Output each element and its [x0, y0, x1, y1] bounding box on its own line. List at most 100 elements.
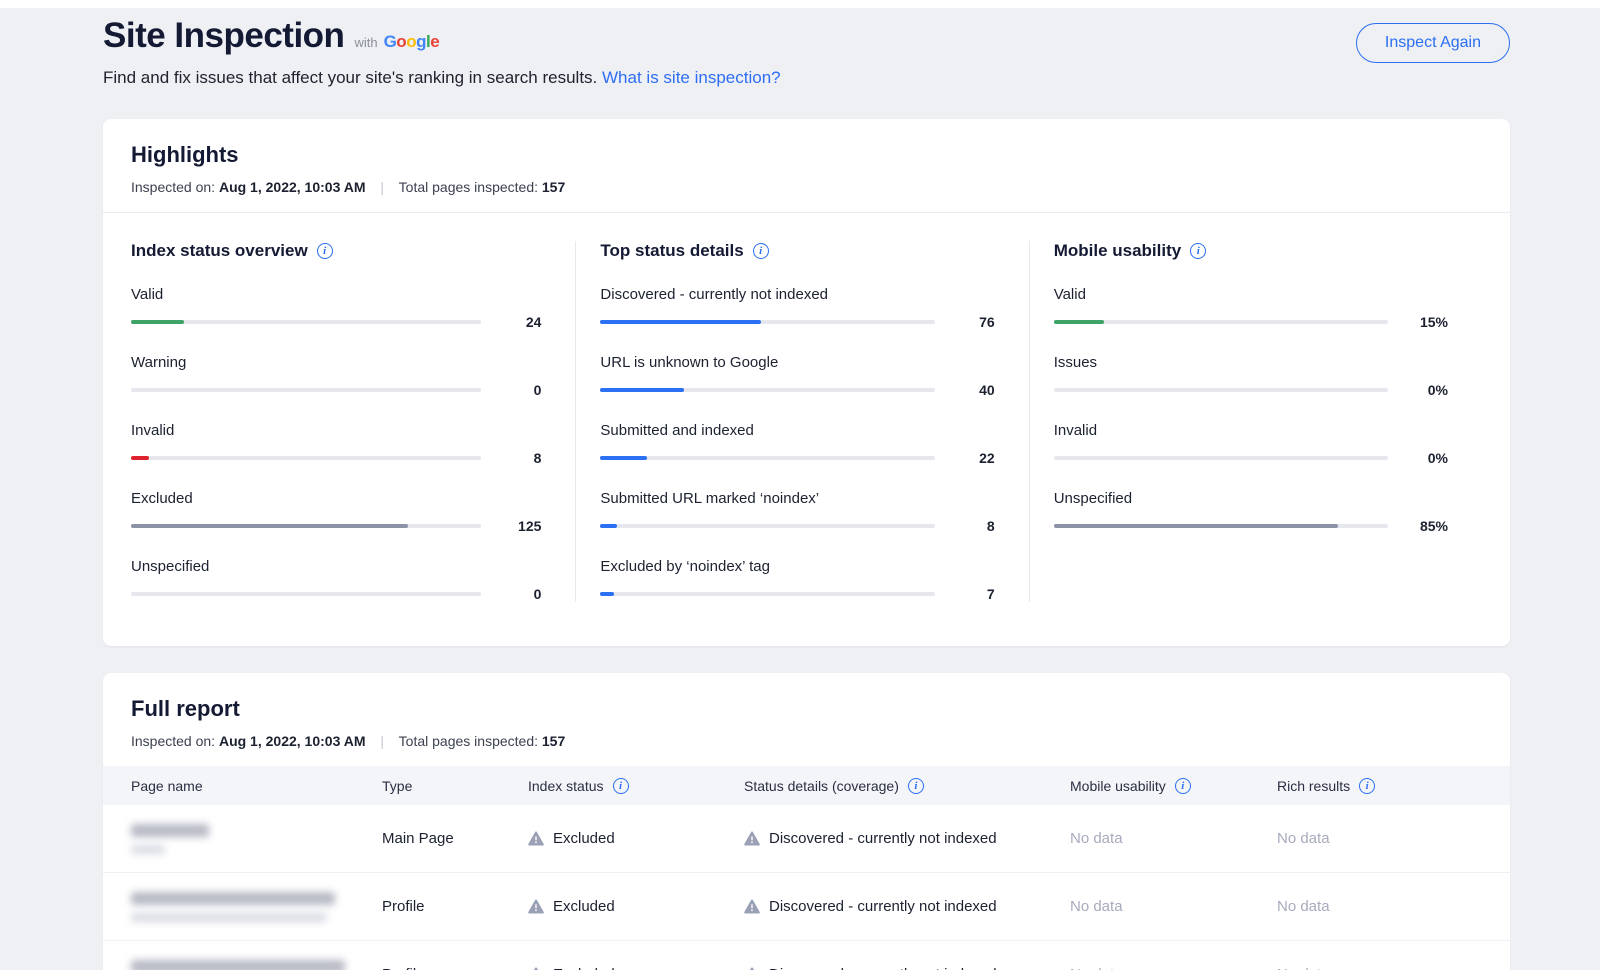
stat-value: 7 — [953, 586, 995, 602]
stat-value: 0 — [499, 586, 541, 602]
stat-row: Unspecified 85% — [1054, 490, 1448, 534]
stat-row: Valid 15% — [1054, 286, 1448, 330]
table-row[interactable]: ProfileExcludedDiscovered - currently no… — [103, 873, 1510, 941]
progress-track — [600, 320, 934, 324]
google-logo: Google — [384, 32, 440, 52]
page-viewport: Site Inspection with Google Find and fix… — [0, 8, 1600, 970]
column-title: Index status overview i — [131, 241, 541, 261]
info-icon[interactable]: i — [1190, 243, 1206, 259]
stat-bar-row: 7 — [600, 586, 994, 602]
rich-results-cell: No data — [1277, 966, 1482, 970]
column-header-label: Mobile usability — [1070, 778, 1166, 794]
title-row: Site Inspection with Google — [103, 16, 781, 56]
progress-track — [1054, 388, 1388, 392]
highlight-column: Top status detailsi Discovered - currentl… — [575, 241, 1028, 602]
stat-bar-row: 8 — [131, 450, 541, 466]
stat-value: 15% — [1406, 314, 1448, 330]
stat-label: Unspecified — [131, 558, 541, 575]
progress-fill — [600, 320, 760, 324]
page-header: Site Inspection with Google Find and fix… — [0, 8, 1600, 88]
table-body: Main PageExcludedDiscovered - currently … — [103, 805, 1510, 970]
meta-divider: | — [380, 733, 384, 749]
stat-value: 0% — [1406, 382, 1448, 398]
stat-bar-row: 85% — [1054, 518, 1448, 534]
stat-row: Valid24 — [131, 286, 541, 330]
stat-label: Unspecified — [1054, 490, 1448, 507]
info-icon[interactable]: i — [613, 778, 629, 794]
status-label: Discovered - currently not indexed — [769, 830, 997, 847]
stat-value: 76 — [953, 314, 995, 330]
stat-value: 24 — [499, 314, 541, 330]
stat-bar-row: 15% — [1054, 314, 1448, 330]
progress-track — [600, 592, 934, 596]
stat-bar-row: 24 — [131, 314, 541, 330]
info-icon[interactable]: i — [908, 778, 924, 794]
redacted-page-subtitle — [131, 913, 327, 922]
column-header-label: Index status — [528, 778, 604, 794]
with-label: with — [354, 35, 377, 50]
page-title: Site Inspection — [103, 16, 344, 56]
column-title-text: Mobile usability — [1054, 241, 1182, 261]
highlights-card: Highlights Inspected on: Aug 1, 2022, 10… — [103, 119, 1510, 646]
index-status-cell: Excluded — [528, 830, 744, 847]
progress-fill — [131, 456, 149, 460]
stat-label: Excluded by ‘noindex’ tag — [600, 558, 994, 575]
warning-icon — [744, 831, 760, 846]
progress-fill — [1054, 524, 1338, 528]
stat-bar-row: 0% — [1054, 382, 1448, 398]
info-icon[interactable]: i — [317, 243, 333, 259]
column-title: Top status detailsi — [600, 241, 994, 261]
rich-results-cell: No data — [1277, 898, 1482, 915]
stat-label: Valid — [1054, 286, 1448, 303]
redacted-page-subtitle — [131, 845, 165, 854]
stat-value: 8 — [953, 518, 995, 534]
google-logo-letter: g — [416, 32, 426, 51]
stat-value: 125 — [499, 518, 541, 534]
stat-value: 8 — [499, 450, 541, 466]
status-label: Discovered - currently not indexed — [769, 966, 997, 970]
info-icon[interactable]: i — [753, 243, 769, 259]
progress-fill — [600, 524, 617, 528]
page-name-cell — [131, 960, 382, 970]
progress-fill — [600, 456, 647, 460]
info-icon[interactable]: i — [1175, 778, 1191, 794]
stat-row: URL is unknown to Google40 — [600, 354, 994, 398]
progress-fill — [131, 524, 408, 528]
highlights-card-header: Highlights Inspected on: Aug 1, 2022, 10… — [103, 119, 1510, 213]
stat-row: Issues0% — [1054, 354, 1448, 398]
info-icon[interactable]: i — [1359, 778, 1375, 794]
stat-label: Invalid — [131, 422, 541, 439]
progress-track — [131, 388, 481, 392]
what-is-site-inspection-link[interactable]: What is site inspection? — [602, 68, 781, 87]
total-pages-value: 157 — [542, 733, 565, 749]
table-row[interactable]: Main PageExcludedDiscovered - currently … — [103, 805, 1510, 873]
stat-row: Excluded125 — [131, 490, 541, 534]
column-header-label: Type — [382, 778, 412, 794]
column-header-status-details-coverage: Status details (coverage) i — [744, 778, 1070, 794]
page-type-cell: Profile — [382, 898, 528, 915]
stat-bar-row: 0 — [131, 382, 541, 398]
stat-label: Discovered - currently not indexed — [600, 286, 994, 303]
full-report-meta: Inspected on: Aug 1, 2022, 10:03 AM | To… — [131, 733, 1482, 749]
stat-value: 0 — [499, 382, 541, 398]
stat-row: Discovered - currently not indexed 76 — [600, 286, 994, 330]
stat-value: 40 — [953, 382, 995, 398]
total-pages-label: Total pages inspected: — [399, 179, 538, 195]
stat-value: 22 — [953, 450, 995, 466]
stat-bar-row: 22 — [600, 450, 994, 466]
table-row[interactable]: ProfileExcludedDiscovered - currently no… — [103, 941, 1510, 970]
page-name-cell — [131, 824, 382, 854]
status-details-cell: Discovered - currently not indexed — [744, 898, 1070, 915]
highlights-title: Highlights — [131, 142, 1482, 168]
column-title-text: Index status overview — [131, 241, 308, 261]
google-logo-letter: o — [396, 32, 406, 51]
progress-track — [131, 592, 481, 596]
subtitle-text: Find and fix issues that affect your sit… — [103, 68, 597, 87]
stat-bar-row: 125 — [131, 518, 541, 534]
table-header-row: Page nameTypeIndex statusiStatus details… — [103, 766, 1510, 805]
column-header-type: Type — [382, 778, 528, 794]
column-header-label: Status details (coverage) — [744, 778, 899, 794]
inspect-again-button[interactable]: Inspect Again — [1356, 23, 1510, 63]
column-header-label: Rich results — [1277, 778, 1350, 794]
column-header-index-status: Index status i — [528, 778, 744, 794]
